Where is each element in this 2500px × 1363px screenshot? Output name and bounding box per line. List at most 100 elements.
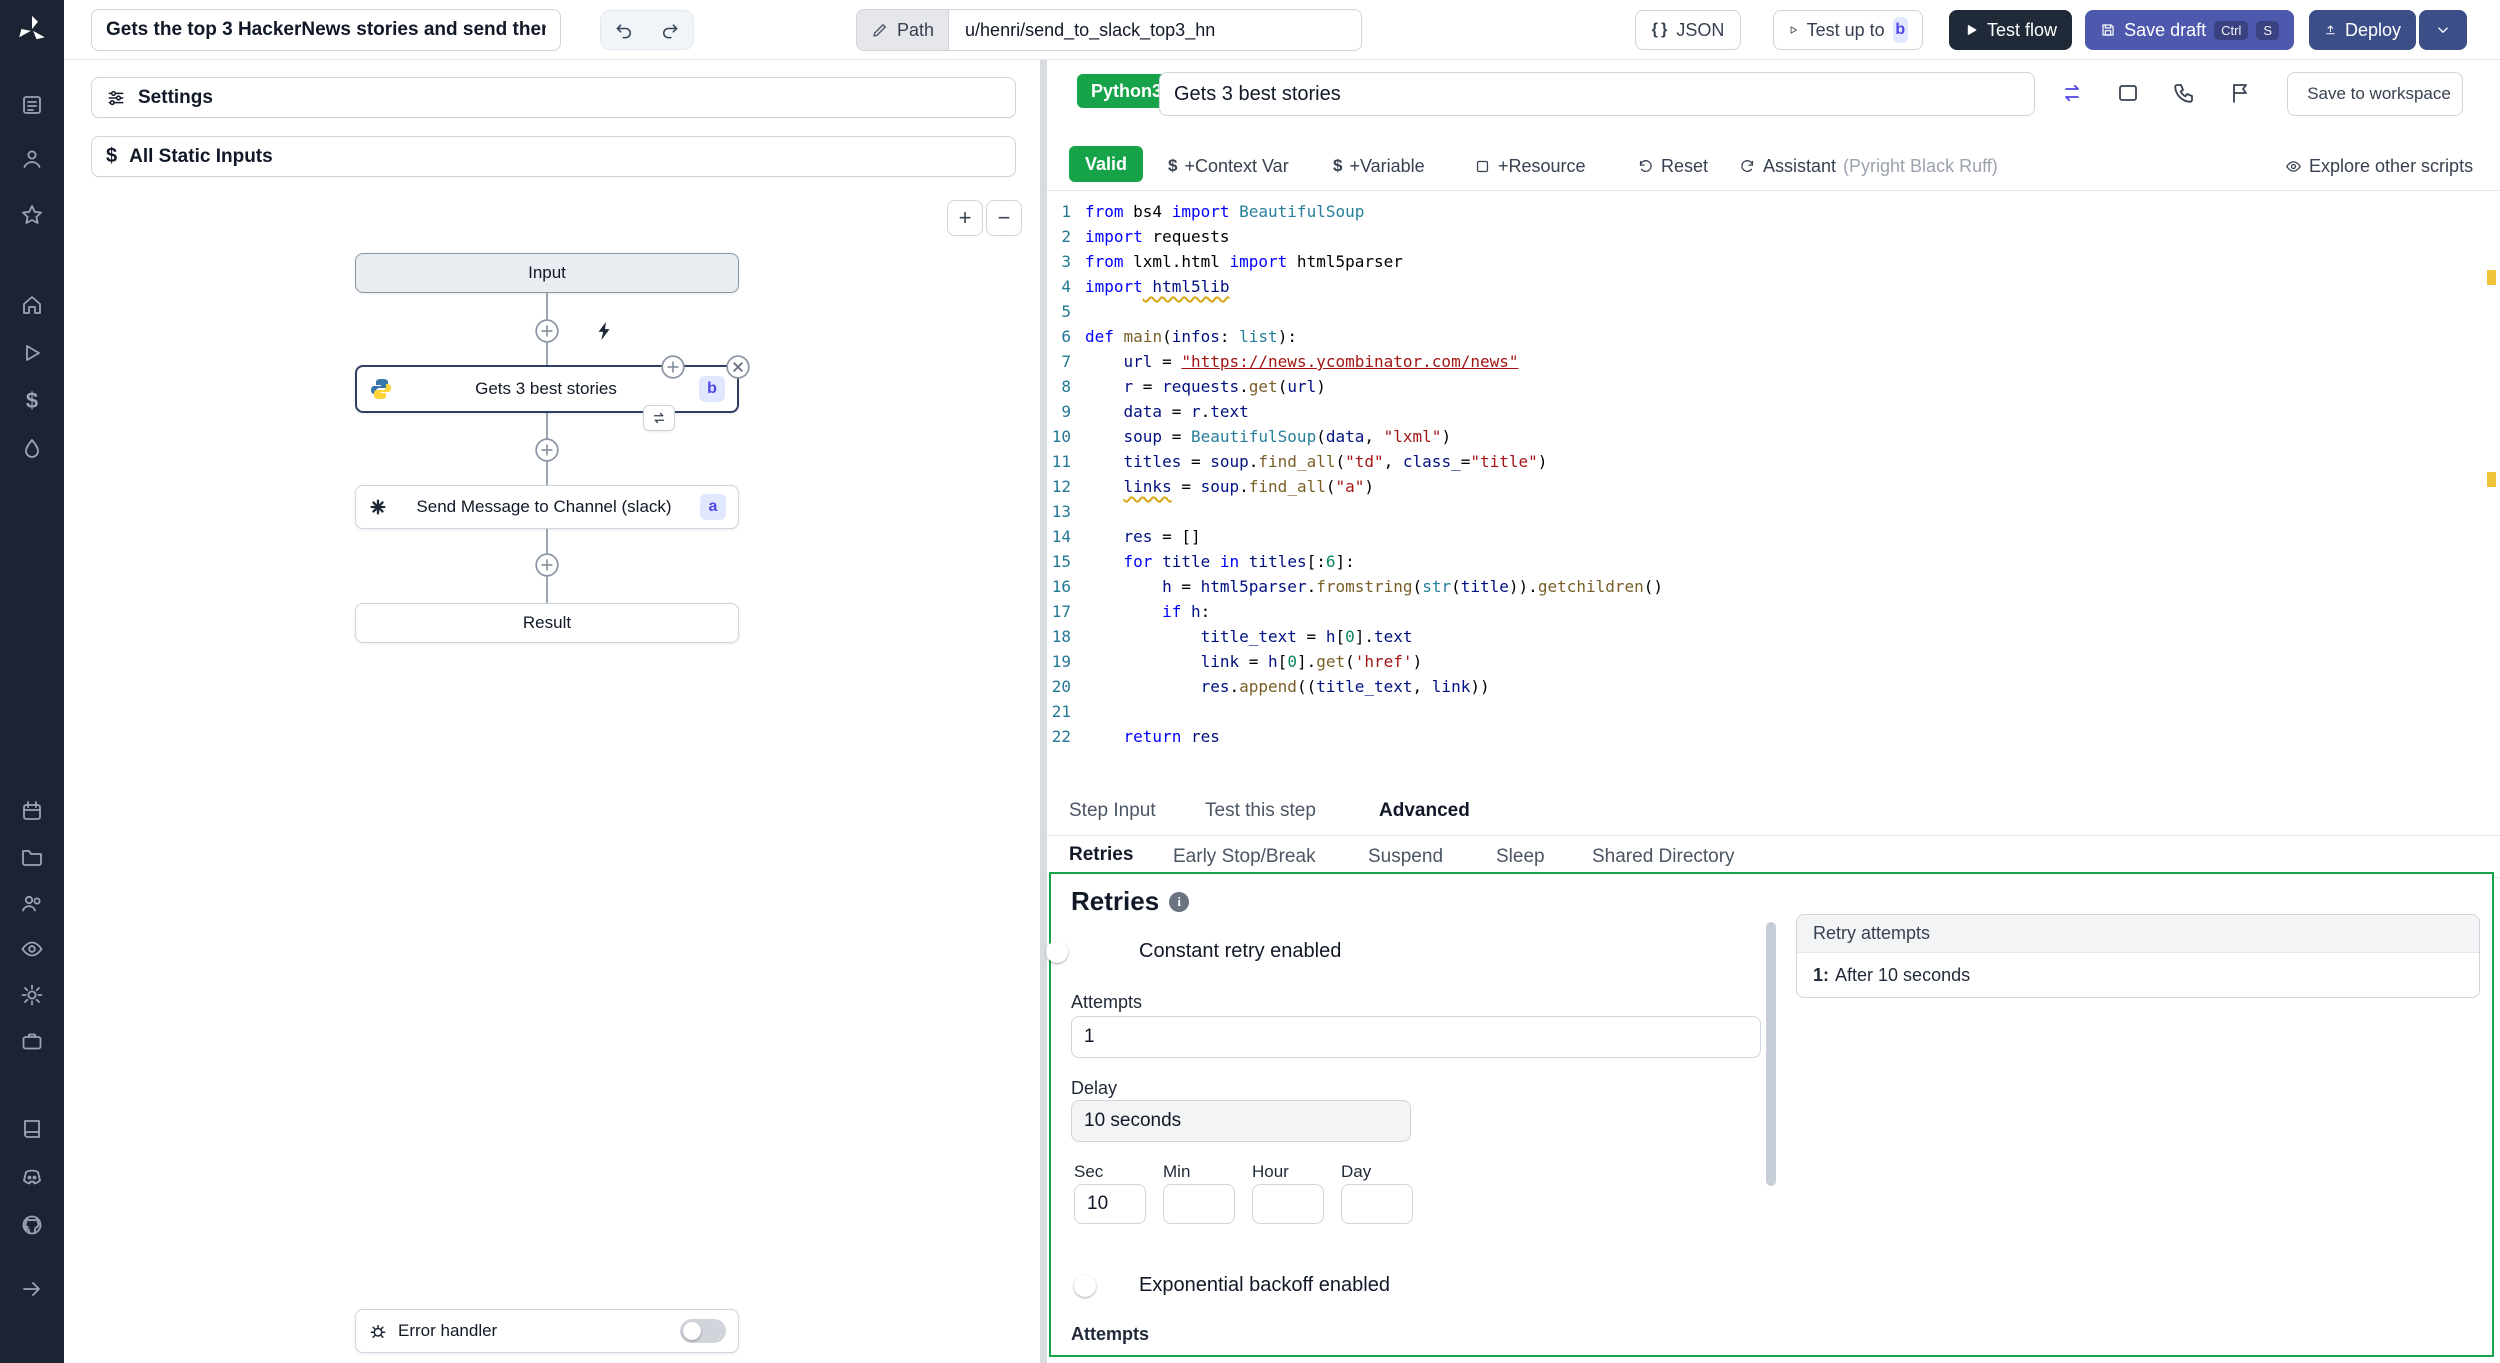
- day-input[interactable]: [1341, 1184, 1413, 1224]
- insert-step-button-1[interactable]: [534, 318, 560, 344]
- deploy-label: Deploy: [2344, 19, 2401, 40]
- reset-button[interactable]: Reset: [1637, 148, 1708, 184]
- folders-icon[interactable]: [19, 844, 45, 870]
- explore-scripts-button[interactable]: Explore other scripts: [2285, 148, 2473, 184]
- flow-title-input[interactable]: [91, 9, 561, 51]
- save-draft-button[interactable]: Save draft Ctrl S: [2085, 10, 2294, 50]
- zoom-out-button[interactable]: −: [986, 200, 1022, 236]
- collapse-sidebar-arrow-icon[interactable]: [19, 1276, 45, 1302]
- variables-dollar-icon[interactable]: $: [19, 388, 45, 414]
- zoom-in-button[interactable]: +: [947, 200, 983, 236]
- flow-settings-bar[interactable]: Settings: [91, 77, 1016, 118]
- deploy-more-button[interactable]: [2419, 10, 2467, 50]
- input-node-label: Input: [528, 263, 566, 282]
- github-icon[interactable]: [19, 1212, 45, 1238]
- sec-input[interactable]: [1074, 1184, 1146, 1224]
- flow-node-step-a[interactable]: Send Message to Channel (slack) a: [355, 485, 739, 529]
- path-label: Path: [897, 19, 935, 40]
- home-icon[interactable]: [19, 292, 45, 318]
- kbd-s: S: [2256, 20, 2279, 40]
- warning-overview-mark: [2487, 472, 2496, 487]
- static-inputs-bar[interactable]: $ All Static Inputs: [91, 136, 1016, 177]
- hour-label: Hour: [1252, 1162, 1289, 1181]
- delete-step-b-button[interactable]: [725, 354, 751, 380]
- phone-icon[interactable]: [2169, 78, 2199, 108]
- flows-play-icon[interactable]: [19, 340, 45, 366]
- code-editor[interactable]: 1 2 3 4 5 6 7 8 9 10 11 12 13 14 15 16 17 18 19 20 21 22 from…: [1047, 190, 2500, 786]
- add-resource-button[interactable]: +Resource: [1474, 148, 1586, 184]
- topbar: Path u/henri/send_to_slack_top3_hn { } J…: [64, 0, 2500, 60]
- save-draft-label: Save draft: [2124, 19, 2207, 40]
- diff-icon[interactable]: [2057, 78, 2087, 108]
- code-gutter: 1 2 3 4 5 6 7 8 9 10 11 12 13 14 15 16 17 18 19 20 21 22: [1051, 202, 1071, 746]
- insert-step-above-b-button[interactable]: [660, 354, 686, 380]
- path-value[interactable]: u/henri/send_to_slack_top3_hn: [948, 9, 1363, 51]
- hour-input[interactable]: [1252, 1184, 1324, 1224]
- subtab-suspend[interactable]: Suspend: [1368, 836, 1443, 877]
- runs-list-icon[interactable]: [19, 92, 45, 118]
- audit-eye-icon[interactable]: [19, 936, 45, 962]
- error-handler-toggle[interactable]: [680, 1319, 726, 1343]
- redo-button[interactable]: [647, 11, 693, 49]
- groups-users-icon[interactable]: [19, 890, 45, 916]
- favorites-star-icon[interactable]: [19, 202, 45, 228]
- insert-step-button-2[interactable]: [534, 437, 560, 463]
- json-button[interactable]: { } JSON: [1635, 10, 1741, 50]
- trigger-bolt-icon[interactable]: [594, 320, 616, 342]
- subtab-early-stop[interactable]: Early Stop/Break: [1173, 836, 1316, 877]
- step-b-id-badge: b: [699, 376, 725, 402]
- tab-advanced[interactable]: Advanced: [1379, 786, 1470, 835]
- user-icon[interactable]: [19, 146, 45, 172]
- window-icon[interactable]: [2113, 78, 2143, 108]
- deploy-upload-icon: [2326, 25, 2335, 35]
- save-to-workspace-button[interactable]: Save to workspace: [2287, 72, 2463, 116]
- settings-gear-icon[interactable]: [19, 982, 45, 1008]
- test-up-to-button[interactable]: Test up to b: [1773, 10, 1923, 50]
- subtab-shared-directory[interactable]: Shared Directory: [1592, 836, 1735, 877]
- delay-input[interactable]: [1071, 1100, 1411, 1142]
- flow-node-input[interactable]: Input: [355, 253, 739, 293]
- loop-step-button[interactable]: [643, 405, 675, 431]
- step-a-id-badge: a: [700, 494, 726, 520]
- python-icon: [369, 377, 393, 401]
- discord-icon[interactable]: [19, 1164, 45, 1190]
- dollar-icon: $: [1168, 156, 1178, 175]
- resources-droplet-icon[interactable]: [19, 436, 45, 462]
- add-variable-label: +Variable: [1349, 155, 1425, 176]
- min-input[interactable]: [1163, 1184, 1235, 1224]
- deploy-button[interactable]: Deploy: [2309, 10, 2416, 50]
- path-edit-button[interactable]: Path: [856, 9, 949, 51]
- info-icon[interactable]: i: [1169, 891, 1190, 912]
- sec-label: Sec: [1074, 1162, 1104, 1181]
- assistant-button[interactable]: Assistant (Pyright Black Ruff): [1739, 148, 1998, 184]
- step-name-input[interactable]: [1159, 72, 2035, 116]
- assistant-label: Assistant: [1763, 155, 1837, 176]
- add-context-var-button[interactable]: $ +Context Var: [1168, 148, 1289, 184]
- json-button-label: JSON: [1676, 19, 1725, 40]
- warning-overview-mark: [2487, 270, 2496, 285]
- workers-briefcase-icon[interactable]: [19, 1028, 45, 1054]
- schedules-calendar-icon[interactable]: [19, 798, 45, 824]
- subtab-sleep[interactable]: Sleep: [1496, 836, 1545, 877]
- add-variable-button[interactable]: $ +Variable: [1333, 148, 1425, 184]
- windmill-logo-icon[interactable]: [14, 12, 50, 48]
- form-scrollbar[interactable]: [1766, 922, 1776, 1186]
- tab-test-this-step[interactable]: Test this step: [1205, 786, 1316, 835]
- add-context-var-label: +Context Var: [1184, 155, 1289, 176]
- retry-summary-title: Retry attempts: [1797, 915, 2479, 953]
- flow-node-result[interactable]: Result: [355, 603, 739, 643]
- tab-step-input[interactable]: Step Input: [1069, 786, 1156, 835]
- panel-resize-handle[interactable]: [1040, 60, 1047, 1363]
- insert-step-button-3[interactable]: [534, 552, 560, 578]
- error-handler-label: Error handler: [398, 1321, 498, 1340]
- error-handler-node[interactable]: Error handler: [355, 1309, 739, 1353]
- undo-redo-group: [600, 10, 694, 50]
- test-flow-button[interactable]: Test flow: [1949, 10, 2072, 50]
- attempts-input[interactable]: [1071, 1016, 1761, 1058]
- docs-book-icon[interactable]: [19, 1116, 45, 1142]
- flag-icon[interactable]: [2225, 78, 2255, 108]
- subtab-retries[interactable]: Retries: [1069, 836, 1134, 877]
- code-lines[interactable]: from bs4 import BeautifulSoup import requ…: [1085, 199, 2476, 749]
- step-b-label: Gets 3 best stories: [475, 379, 617, 398]
- undo-button[interactable]: [601, 11, 647, 49]
